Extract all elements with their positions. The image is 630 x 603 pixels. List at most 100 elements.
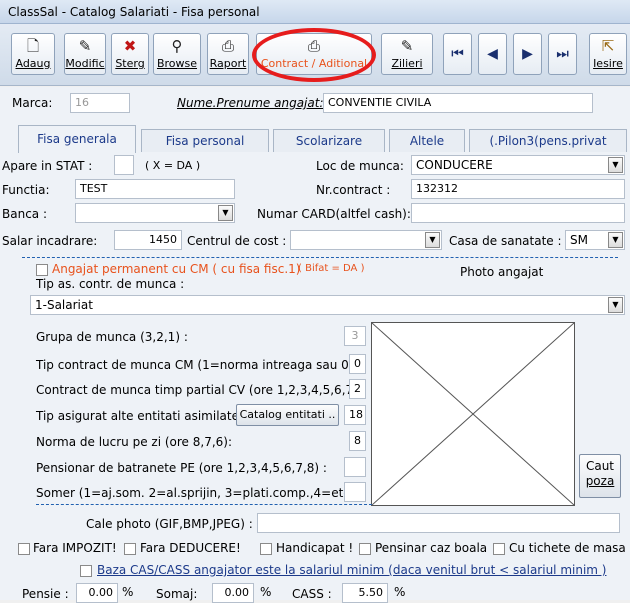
- binoculars-icon: ⚲: [171, 37, 183, 55]
- salar-label: Salar incadrare:: [2, 234, 98, 248]
- fara-deducere-checkbox[interactable]: [124, 543, 136, 555]
- salar-field[interactable]: 1450: [114, 230, 182, 250]
- chevron-down-icon[interactable]: ▼: [425, 232, 440, 248]
- norma-label: Norma de lucru pe zi (ore 8,7,6):: [36, 435, 233, 449]
- last-record-button[interactable]: ⏭: [548, 33, 577, 75]
- window-title: ClassSal - Catalog Salariati - Fisa pers…: [0, 0, 630, 24]
- chevron-down-icon[interactable]: ▼: [218, 205, 233, 221]
- chevron-down-icon[interactable]: ▼: [608, 157, 623, 173]
- somer-field[interactable]: [344, 482, 366, 502]
- grupa-field[interactable]: 3: [344, 326, 366, 346]
- new-doc-icon: 🗋: [26, 37, 40, 55]
- pensie-label: Pensie :: [22, 587, 69, 601]
- grupa-label: Grupa de munca (3,2,1) :: [36, 330, 188, 344]
- partial-label: Contract de munca timp partial CV (ore 1…: [36, 383, 362, 397]
- cass-field[interactable]: 5.50: [342, 583, 388, 603]
- catalog-entitati-button[interactable]: Catalog entitati ..: [236, 404, 339, 426]
- card-label: Numar CARD(altfel cash):: [257, 207, 411, 221]
- edit-icon: ✎: [400, 37, 414, 55]
- caut-poza-button[interactable]: Caut poza: [579, 454, 621, 498]
- tab-scolarizare[interactable]: Scolarizare: [273, 129, 385, 152]
- marca-field[interactable]: 16: [70, 93, 130, 113]
- pensie-percent: %: [122, 585, 134, 599]
- banca-select[interactable]: ▼: [75, 203, 235, 223]
- cale-field[interactable]: [257, 513, 620, 533]
- browse-button[interactable]: ⚲ Browse: [153, 33, 201, 75]
- name-field[interactable]: CONVENTIE CIVILA: [323, 93, 593, 113]
- casa-label: Casa de sanatate :: [449, 234, 562, 248]
- card-field[interactable]: [411, 203, 625, 223]
- zilieri-button[interactable]: ✎ Zilieri: [381, 33, 433, 75]
- name-label: Nume.Prenume angajat:: [177, 96, 324, 110]
- report-button[interactable]: ⎙ Raport: [207, 33, 249, 75]
- employee-photo-placeholder: [371, 322, 575, 506]
- pensinar-caz-boala-checkbox[interactable]: [359, 543, 371, 555]
- handicapat-label: Handicapat !: [276, 541, 354, 555]
- prev-record-button[interactable]: ◀: [478, 33, 507, 75]
- next-record-icon: ▶: [522, 46, 533, 62]
- exit-button[interactable]: ⇱ Iesire: [589, 33, 627, 75]
- contract-aditional-button[interactable]: ⎙ Contract / Aditional: [256, 33, 372, 75]
- cass-label: CASS :: [292, 587, 332, 601]
- tab-altele[interactable]: Altele: [389, 129, 465, 152]
- somer-label: Somer (1=aj.som. 2=al.sprijin, 3=plati.c…: [36, 486, 359, 500]
- banca-label: Banca :: [2, 207, 47, 221]
- prev-record-icon: ◀: [487, 46, 498, 62]
- functia-label: Functia:: [2, 183, 50, 197]
- photo-title: Photo angajat: [460, 265, 544, 279]
- nrcontract-field[interactable]: 132312: [411, 179, 625, 199]
- apare-label: Apare in STAT :: [2, 159, 93, 173]
- tab-fisa-personal[interactable]: Fisa personal: [141, 129, 269, 152]
- tab-strip: Fisa generala Fisa personal Scolarizare …: [18, 125, 630, 153]
- add-button[interactable]: 🗋 Adaug: [11, 33, 55, 75]
- next-record-button[interactable]: ▶: [513, 33, 542, 75]
- tip-select[interactable]: 1-Salariat ▼: [30, 295, 625, 315]
- somaj-label: Somaj:: [156, 587, 198, 601]
- pensie-field[interactable]: 0.00: [76, 583, 118, 603]
- delete-icon: ✖: [123, 37, 137, 55]
- centru-label: Centrul de cost :: [187, 234, 287, 248]
- photo-placeholder-cross: [371, 322, 575, 506]
- tipcm-label: Tip contract de munca CM (1=norma intrea…: [36, 358, 362, 372]
- casa-select[interactable]: SM ▼: [565, 230, 625, 250]
- first-record-button[interactable]: ⏮: [443, 33, 472, 75]
- permanent-label: Angajat permanent cu CM ( cu fisa fisc.1…: [52, 262, 301, 276]
- delete-button[interactable]: ✖ Sterg: [111, 33, 149, 75]
- fara-deducere-label: Fara DEDUCERE!: [140, 541, 241, 555]
- exit-door-icon: ⇱: [601, 37, 615, 55]
- tipcm-field[interactable]: 0: [349, 354, 366, 374]
- somaj-percent: %: [260, 585, 272, 599]
- tip-label: Tip as. contr. de munca :: [36, 277, 185, 291]
- fara-impozit-checkbox[interactable]: [18, 543, 30, 555]
- fara-impozit-label: Fara IMPOZIT!: [33, 541, 117, 555]
- centru-select[interactable]: ▼: [290, 230, 442, 250]
- tab-fisa-generala[interactable]: Fisa generala: [18, 125, 136, 153]
- baza-cas-checkbox[interactable]: [80, 565, 92, 577]
- last-record-icon: ⏭: [556, 46, 569, 62]
- printer-icon: ⎙: [307, 37, 320, 55]
- pensionar-field[interactable]: [344, 457, 366, 477]
- norma-field[interactable]: 8: [349, 431, 366, 451]
- loc-label: Loc de munca:: [316, 159, 404, 173]
- tichete-masa-checkbox[interactable]: [493, 543, 505, 555]
- loc-select[interactable]: CONDUCERE ▼: [411, 155, 625, 175]
- asigurat-field[interactable]: 18: [344, 405, 366, 425]
- cale-label: Cale photo (GIF,BMP,JPEG) :: [86, 517, 253, 531]
- chevron-down-icon[interactable]: ▼: [608, 232, 623, 248]
- cass-percent: %: [394, 585, 406, 599]
- functia-field[interactable]: TEST: [75, 179, 235, 199]
- tichete-masa-label: Cu tichete de masa: [509, 541, 626, 555]
- nrcontract-label: Nr.contract :: [316, 183, 391, 197]
- modify-button[interactable]: ✎ Modific: [64, 33, 106, 75]
- chevron-down-icon[interactable]: ▼: [608, 297, 623, 313]
- partial-field[interactable]: 2: [349, 379, 366, 399]
- first-record-icon: ⏮: [451, 46, 464, 62]
- permanent-checkbox[interactable]: [36, 264, 48, 276]
- handicapat-checkbox[interactable]: [260, 543, 272, 555]
- apare-field[interactable]: [114, 155, 134, 175]
- somaj-field[interactable]: 0.00: [212, 583, 254, 603]
- marca-label: Marca:: [12, 96, 53, 110]
- edit-icon: ✎: [78, 37, 92, 55]
- section-divider: [22, 257, 618, 258]
- tab-pilon3[interactable]: (.Pilon3(pens.privat: [469, 129, 627, 152]
